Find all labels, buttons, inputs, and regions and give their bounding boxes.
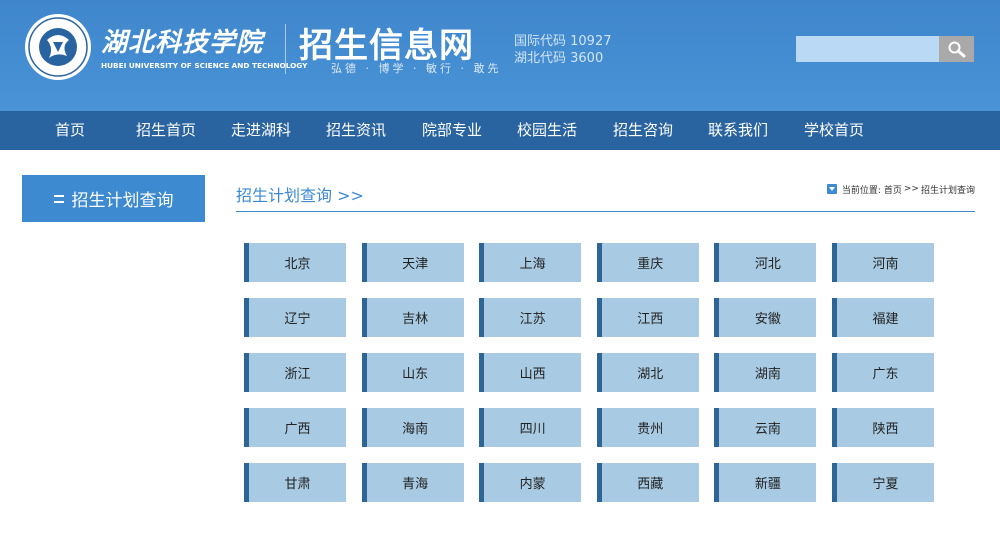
content-divider	[236, 211, 975, 212]
province-button[interactable]: 山东	[361, 353, 464, 392]
province-button[interactable]: 云南	[714, 408, 817, 447]
university-seal-logo[interactable]	[23, 12, 93, 82]
search-input[interactable]	[796, 36, 939, 62]
nav-item-campus-life[interactable]: 校园生活	[517, 111, 577, 150]
nav-item-about[interactable]: 走进湖科	[231, 111, 291, 150]
province-button[interactable]: 海南	[361, 408, 464, 447]
nav-item-departments[interactable]: 院部专业	[422, 111, 482, 150]
province-button[interactable]: 天津	[361, 243, 464, 282]
province-button[interactable]: 广东	[831, 353, 934, 392]
header-divider	[285, 24, 286, 74]
nav-item-consultation[interactable]: 招生咨询	[613, 111, 673, 150]
university-name-en: HUBEI UNIVERSITY OF SCIENCE AND TECHNOLO…	[101, 61, 308, 70]
site-motto: 弘德 · 博学 · 敏行 · 敢先	[331, 62, 502, 75]
province-button[interactable]: 吉林	[361, 298, 464, 337]
province-button[interactable]: 四川	[479, 408, 582, 447]
province-button[interactable]: 河北	[714, 243, 817, 282]
province-button[interactable]: 辽宁	[244, 298, 346, 337]
province-button[interactable]: 浙江	[244, 353, 346, 392]
province-button[interactable]: 北京	[244, 243, 346, 282]
breadcrumb-prefix: 当前位置:	[841, 185, 881, 196]
province-button[interactable]: 内蒙	[479, 463, 582, 502]
main-nav: 首页 招生首页 走进湖科 招生资讯 院部专业 校园生活 招生咨询 联系我们 学校…	[0, 111, 1000, 150]
province-button[interactable]: 上海	[479, 243, 582, 282]
nav-item-home[interactable]: 首页	[55, 111, 85, 150]
nav-item-admissions-home[interactable]: 招生首页	[136, 111, 196, 150]
dropdown-icon	[826, 184, 837, 194]
province-button[interactable]: 宁夏	[831, 463, 934, 502]
province-button[interactable]: 贵州	[596, 408, 699, 447]
menu-icon	[53, 194, 64, 203]
nav-item-admissions-news[interactable]: 招生资讯	[326, 111, 386, 150]
hubei-code: 湖北代码 3600	[514, 51, 604, 66]
province-button[interactable]: 江西	[596, 298, 699, 337]
search-button[interactable]	[939, 36, 974, 62]
province-button[interactable]: 福建	[831, 298, 934, 337]
province-button[interactable]: 河南	[831, 243, 934, 282]
province-grid: 北京 天津 上海 重庆 河北 河南 辽宁 吉林 江苏 江西 安徽 福建 浙江 山…	[244, 243, 934, 502]
province-button[interactable]: 新疆	[714, 463, 817, 502]
province-button[interactable]: 安徽	[714, 298, 817, 337]
nav-item-school-home[interactable]: 学校首页	[804, 111, 864, 150]
site-header: 湖北科技学院 HUBEI UNIVERSITY OF SCIENCE AND T…	[0, 0, 1000, 111]
sidebar-title-label: 招生计划查询	[71, 191, 174, 211]
nav-item-contact[interactable]: 联系我们	[708, 111, 768, 150]
breadcrumb: 当前位置: 首页 >> 招生计划查询	[826, 182, 975, 196]
province-button[interactable]: 山西	[479, 353, 582, 392]
province-button[interactable]: 广西	[244, 408, 346, 447]
breadcrumb-separator: >>	[903, 184, 919, 194]
province-button[interactable]: 重庆	[596, 243, 699, 282]
province-button[interactable]: 西藏	[596, 463, 699, 502]
province-button[interactable]: 陕西	[831, 408, 934, 447]
province-button[interactable]: 江苏	[479, 298, 582, 337]
province-button[interactable]: 甘肃	[244, 463, 346, 502]
breadcrumb-current[interactable]: 招生计划查询	[921, 183, 975, 196]
sidebar-title[interactable]: 招生计划查询	[22, 175, 205, 222]
university-name-cn: 湖北科技学院	[101, 28, 264, 58]
province-button[interactable]: 青海	[361, 463, 464, 502]
province-button[interactable]: 湖北	[596, 353, 699, 392]
province-button[interactable]: 湖南	[714, 353, 817, 392]
content-title: 招生计划查询 >>	[236, 186, 364, 205]
search-icon	[948, 41, 965, 58]
breadcrumb-home-link[interactable]: 首页	[884, 183, 902, 196]
